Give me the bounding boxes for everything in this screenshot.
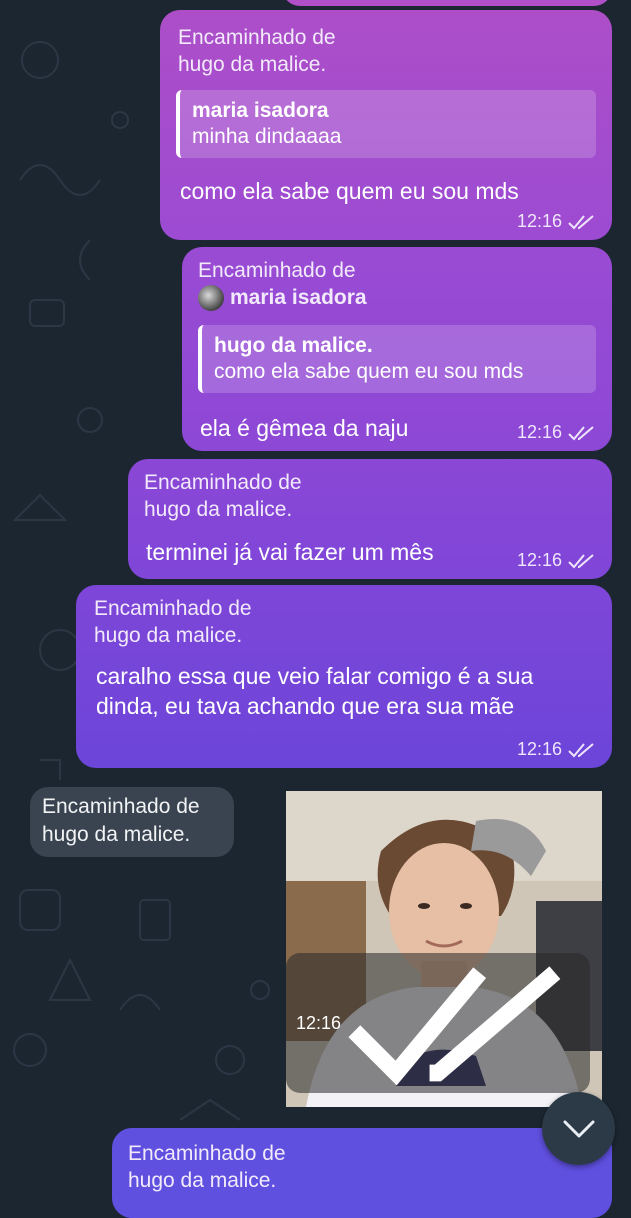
forwarded-label: Encaminhado de (128, 1142, 286, 1165)
double-check-icon (348, 966, 561, 1086)
double-check-icon (568, 742, 594, 757)
message-time: 12:16 (516, 550, 562, 570)
message-time: 12:16 (516, 739, 562, 759)
message-time: 12:16 (516, 422, 562, 442)
double-check-icon (568, 214, 594, 229)
message-time: 12:16 (296, 1012, 342, 1033)
scroll-down-button[interactable] (542, 1092, 615, 1165)
forwarded-from[interactable]: hugo da malice. (128, 1167, 286, 1194)
reply-text: como ela sabe quem eu sou mds (214, 360, 524, 383)
double-check-icon (568, 553, 594, 568)
message-text: como ela sabe quem eu sou mds (180, 178, 519, 204)
message-bubble[interactable]: Encaminhado de hugo da malice. caralho e… (76, 585, 612, 768)
forwarded-from[interactable]: hugo da malice. (144, 496, 302, 523)
forwarded-label: Encaminhado de (94, 597, 252, 620)
message-bubble[interactable]: Encaminhado de hugo da malice. terminei … (128, 459, 612, 579)
forwarded-from[interactable]: hugo da malice. (94, 622, 252, 649)
photo-forward-header[interactable]: Encaminhado de hugo da malice. (30, 787, 234, 857)
chevron-down-icon (563, 1120, 594, 1137)
message-text: terminei já vai fazer um mês (146, 539, 434, 565)
forwarded-label: Encaminhado de (178, 26, 336, 49)
message-bubble[interactable]: Encaminhado de hugo da malice. maria isa… (160, 10, 612, 240)
forwarded-from[interactable]: hugo da malice. (178, 51, 336, 78)
reply-quote[interactable]: maria isadora minha dindaaaa (176, 90, 596, 158)
forwarded-from-row[interactable]: maria isadora (198, 284, 367, 311)
forwarded-label: Encaminhado de (42, 795, 200, 818)
forwarded-from: hugo da malice. (42, 823, 191, 846)
message-bubble[interactable]: Encaminhado de maria isadora hugo da mal… (182, 247, 612, 451)
reply-name: hugo da malice. (214, 334, 373, 357)
forwarded-label: Encaminhado de (198, 259, 356, 282)
forwarded-from: maria isadora (230, 286, 367, 309)
reply-name: maria isadora (192, 99, 329, 122)
forwarded-label: Encaminhado de (144, 471, 302, 494)
message-text: caralho essa que veio falar comigo é a s… (96, 663, 534, 719)
reply-text: minha dindaaaa (192, 125, 342, 148)
photo-message[interactable]: 12:16 (286, 791, 602, 1107)
photo-timestamp: 12:16 (286, 953, 590, 1093)
message-bubble-partial[interactable]: Encaminhado de hugo da malice. (112, 1128, 612, 1218)
message-bubble-partial[interactable] (282, 0, 612, 6)
message-text: ela é gêmea da naju (200, 415, 409, 441)
avatar (198, 284, 224, 311)
message-time: 12:16 (516, 211, 562, 231)
double-check-icon (568, 425, 594, 440)
reply-quote[interactable]: hugo da malice. como ela sabe quem eu so… (198, 325, 596, 393)
